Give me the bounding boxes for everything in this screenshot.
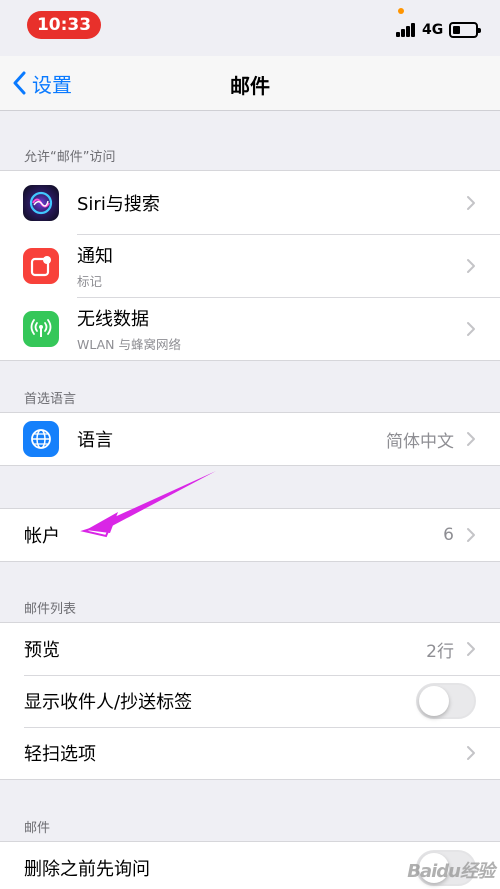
- preview-label: 预览: [24, 640, 60, 661]
- watermark: Baidu经验: [407, 861, 495, 882]
- section-header-message-list: 邮件列表: [24, 602, 77, 617]
- chevron-right-icon: [467, 528, 475, 542]
- page-title: 邮件: [230, 74, 270, 98]
- notifications-icon: [23, 247, 59, 284]
- notifications-label: 通知: [77, 245, 113, 267]
- siri-search-row[interactable]: Siri与搜索: [0, 171, 500, 234]
- globe-icon: [23, 421, 59, 457]
- cellular-signal-icon: [396, 23, 416, 37]
- language-row[interactable]: 语言 简体中文: [0, 413, 500, 465]
- chevron-right-icon: [467, 321, 475, 336]
- wireless-data-row[interactable]: 无线数据 WLAN 与蜂窝网络: [0, 297, 500, 360]
- accounts-row[interactable]: 帐户 6: [0, 509, 500, 561]
- accounts-group: 帐户 6: [0, 508, 500, 562]
- swipe-options-label: 轻扫选项: [24, 744, 96, 765]
- accounts-label: 帐户: [24, 526, 60, 547]
- allow-access-group: Siri与搜索 通知 标记 无线数据 WLAN 与蜂窝网络: [0, 170, 500, 361]
- section-header-allow-access: 允许“邮件”访问: [24, 150, 116, 165]
- wireless-data-label: 无线数据: [77, 308, 149, 330]
- language-label: 语言: [77, 430, 113, 451]
- notifications-row[interactable]: 通知 标记: [0, 234, 500, 297]
- antenna-icon: [23, 310, 59, 347]
- notifications-sublabel: 标记: [77, 273, 103, 289]
- wireless-data-sublabel: WLAN 与蜂窝网络: [77, 336, 181, 352]
- section-header-messages: 邮件: [24, 821, 51, 836]
- navigation-bar: 设置 邮件: [0, 56, 500, 111]
- chevron-right-icon: [467, 746, 475, 760]
- preview-value: 2行: [426, 641, 454, 662]
- battery-icon: [449, 22, 481, 38]
- language-value: 简体中文: [386, 431, 454, 452]
- show-to-cc-labels-toggle[interactable]: [416, 683, 476, 719]
- preferred-language-group: 语言 简体中文: [0, 412, 500, 466]
- chevron-right-icon: [467, 258, 475, 273]
- show-to-cc-labels-label: 显示收件人/抄送标签: [24, 692, 193, 713]
- siri-search-label: Siri与搜索: [77, 193, 160, 215]
- show-to-cc-labels-row: 显示收件人/抄送标签: [0, 675, 500, 727]
- message-list-group: 预览 2行 显示收件人/抄送标签 轻扫选项: [0, 622, 500, 780]
- preview-row[interactable]: 预览 2行: [0, 623, 500, 675]
- chevron-right-icon: [467, 195, 475, 210]
- toggle-knob: [419, 686, 449, 716]
- accounts-count: 6: [443, 525, 454, 545]
- microphone-indicator-dot: [398, 8, 404, 14]
- section-header-preferred-language: 首选语言: [24, 392, 77, 407]
- ask-before-deleting-label: 删除之前先询问: [24, 859, 150, 880]
- status-time[interactable]: 10:33: [27, 11, 101, 39]
- status-bar: 10:33 4G: [0, 0, 500, 56]
- chevron-right-icon: [467, 642, 475, 656]
- chevron-right-icon: [467, 432, 475, 446]
- swipe-options-row[interactable]: 轻扫选项: [0, 727, 500, 779]
- siri-icon: [23, 184, 59, 221]
- network-type: 4G: [422, 22, 444, 38]
